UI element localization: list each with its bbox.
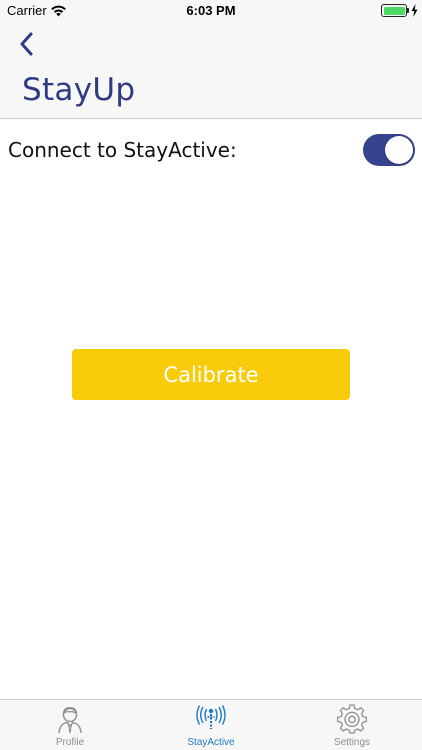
chevron-left-icon[interactable] <box>14 31 42 57</box>
tab-settings[interactable]: Settings <box>282 700 422 750</box>
signal-person-icon <box>196 705 226 729</box>
gear-icon <box>337 704 367 734</box>
battery-cap <box>407 8 409 13</box>
charging-bolt-icon <box>411 4 418 17</box>
clock: 6:03 PM <box>186 3 236 18</box>
tab-settings-label: Settings <box>333 737 371 748</box>
person-icon <box>58 707 82 734</box>
connect-label: Connect to StayActive: <box>8 138 237 162</box>
tab-stayactive[interactable]: StayActive <box>141 700 281 750</box>
tab-stayactive-label: StayActive <box>187 737 235 748</box>
navigation-bar: StayUp <box>0 22 422 119</box>
connect-toggle[interactable] <box>363 134 415 166</box>
tab-profile-label: Profile <box>55 737 85 748</box>
tab-profile[interactable]: Profile <box>0 700 140 750</box>
status-bar: Carrier 6:03 PM <box>0 0 422 22</box>
battery-level-fill <box>383 6 405 15</box>
page-title: StayUp <box>22 72 136 108</box>
tab-bar: Profile StayActive Settings <box>0 699 422 750</box>
battery-full-icon <box>381 4 407 17</box>
toggle-knob <box>385 136 413 164</box>
calibrate-button[interactable]: Calibrate <box>72 349 350 400</box>
